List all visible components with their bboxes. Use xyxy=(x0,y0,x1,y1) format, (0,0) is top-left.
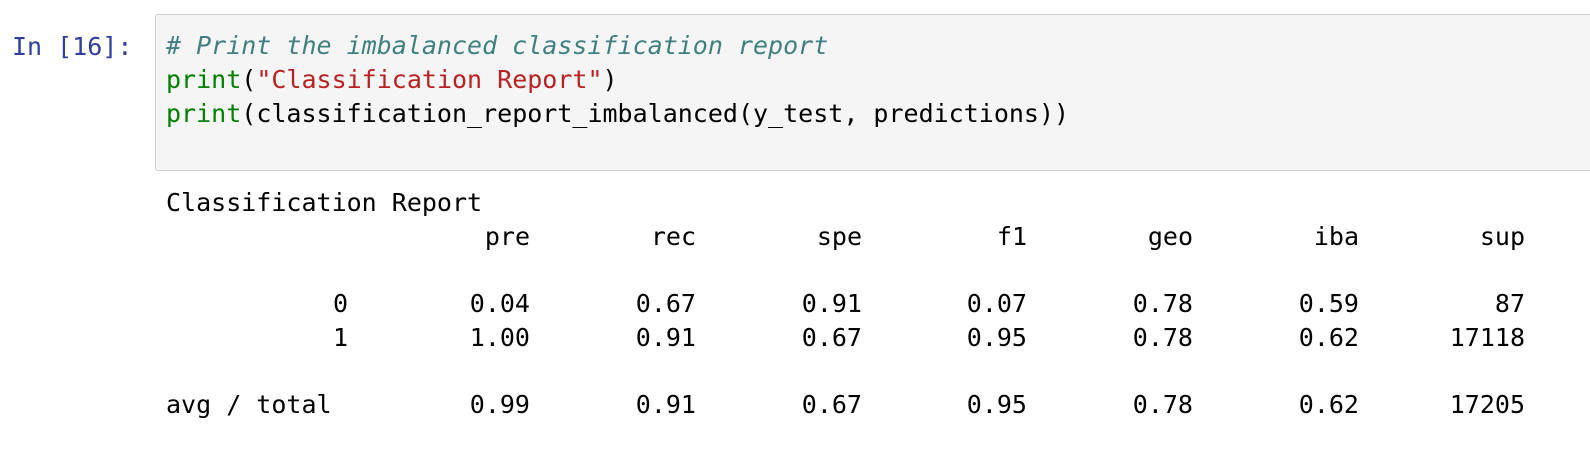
cell-value: 0.91 xyxy=(635,322,696,352)
cell-value: 0.62 xyxy=(1298,389,1359,419)
row-label: 1 xyxy=(332,322,348,352)
total-label: avg / total xyxy=(166,389,332,419)
cell-value: 1.00 xyxy=(469,322,530,352)
cell-value: 0.07 xyxy=(966,289,1027,318)
cell-value: 0.99 xyxy=(469,389,530,419)
code-paren-open: ( xyxy=(241,65,257,94)
column-header: geo xyxy=(1147,222,1193,251)
cell-value: 0.67 xyxy=(801,322,862,352)
cell-value: 0.04 xyxy=(469,289,530,318)
cell-value: 17205 xyxy=(1449,389,1525,419)
cell-value: 0.62 xyxy=(1298,322,1359,352)
report-row: 1 1.00 0.91 0.67 0.95 0.78 0.62 17118 xyxy=(166,321,1566,355)
report-row: 0 0.04 0.67 0.91 0.07 0.78 0.59 87 xyxy=(166,287,1566,321)
cell-value: 0.78 xyxy=(1132,322,1193,352)
cell-value: 0.67 xyxy=(801,389,862,419)
code-comment: # Print the imbalanced classification re… xyxy=(166,31,829,60)
cell-value: 0.95 xyxy=(966,389,1027,419)
column-header: f1 xyxy=(996,222,1027,251)
code-text[interactable]: # Print the imbalanced classification re… xyxy=(166,29,1069,131)
cell-output: Classification Report pre rec spe f1 geo… xyxy=(166,186,1566,421)
column-header: sup xyxy=(1479,222,1525,251)
cell-value: 0.91 xyxy=(801,289,862,318)
code-line-2: print("Classification Report") xyxy=(166,63,1069,97)
cell-value: 0.78 xyxy=(1132,289,1193,318)
cell-value: 0.78 xyxy=(1132,389,1193,419)
code-string: "Classification Report" xyxy=(256,65,603,94)
code-line-1: # Print the imbalanced classification re… xyxy=(166,29,1069,63)
column-header: pre xyxy=(484,222,530,251)
cell-value: 87 xyxy=(1494,289,1525,318)
code-paren-close: ) xyxy=(602,65,618,94)
column-header: rec xyxy=(650,222,696,251)
cell-value: 17118 xyxy=(1449,322,1525,352)
code-builtin-print: print xyxy=(166,99,242,128)
cell-value: 0.67 xyxy=(635,289,696,318)
notebook-code-cell: In [16]: # Print the imbalanced classifi… xyxy=(0,0,1590,454)
cell-value: 0.59 xyxy=(1298,289,1359,318)
code-builtin-print: print xyxy=(166,65,242,94)
code-call: (classification_report_imbalanced(y_test… xyxy=(241,99,1070,128)
report-header-row: pre rec spe f1 geo iba sup xyxy=(166,220,1566,254)
row-label: 0 xyxy=(332,289,348,318)
code-line-3: print(classification_report_imbalanced(y… xyxy=(166,97,1069,131)
output-title: Classification Report xyxy=(166,188,483,217)
cell-value: 0.91 xyxy=(635,389,696,419)
input-prompt: In [16]: xyxy=(12,32,133,61)
code-editor[interactable]: # Print the imbalanced classification re… xyxy=(155,14,1590,171)
report-total-row: avg / total 0.99 0.91 0.67 0.95 0.78 0.6… xyxy=(166,388,1566,422)
cell-value: 0.95 xyxy=(966,322,1027,352)
column-header: spe xyxy=(816,222,862,251)
column-header: iba xyxy=(1313,222,1359,251)
